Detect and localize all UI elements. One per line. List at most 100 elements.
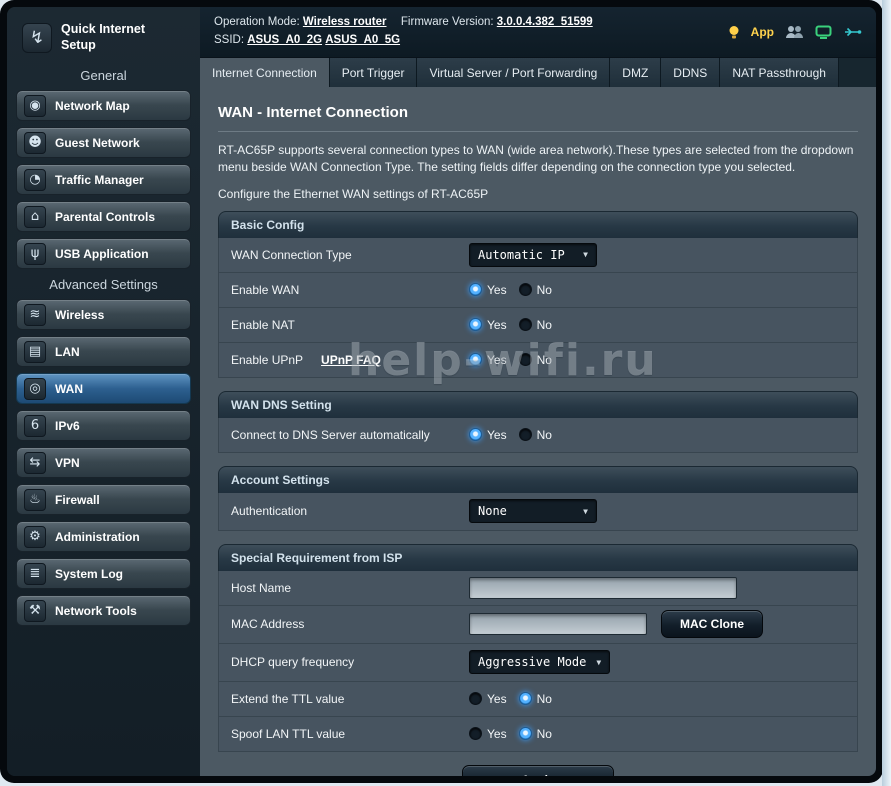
- sidebar-item-label: IPv6: [55, 419, 80, 433]
- upnp-faq-link[interactable]: UPnP FAQ: [321, 353, 381, 367]
- sidebar-item-wan[interactable]: ◎ WAN: [16, 373, 191, 404]
- row-enable-upnp: Enable UPnP UPnP FAQ Yes No: [218, 343, 858, 378]
- firmware-version-label: Firmware Version:: [401, 16, 494, 28]
- apply-button[interactable]: Apply: [462, 765, 614, 776]
- operation-mode-label: Operation Mode:: [214, 16, 300, 28]
- sidebar-item-label: LAN: [55, 345, 80, 359]
- sidebar-item-firewall[interactable]: ♨ Firewall: [16, 484, 191, 515]
- bulb-icon[interactable]: [728, 25, 740, 40]
- row-enable-nat: Enable NAT Yes No: [218, 308, 858, 343]
- ssid-label: SSID:: [214, 34, 244, 46]
- sidebar-item-label: System Log: [55, 567, 123, 581]
- wan-icon: ◎: [24, 378, 46, 400]
- lan-icon: ▤: [24, 341, 46, 363]
- row-wan-connection-type: WAN Connection Type Automatic IP ▼: [218, 238, 858, 273]
- extend-ttl-yes-label: Yes: [487, 692, 507, 706]
- sidebar-item-system-log[interactable]: ≣ System Log: [16, 558, 191, 589]
- mac-clone-button[interactable]: MAC Clone: [661, 610, 763, 638]
- sidebar-item-vpn[interactable]: ⇆ VPN: [16, 447, 191, 478]
- spoof-ttl-yes-radio[interactable]: [469, 727, 482, 740]
- enable-nat-yes-radio[interactable]: [469, 318, 482, 331]
- enable-upnp-yes-radio[interactable]: [469, 353, 482, 366]
- extend-ttl-no-radio[interactable]: [519, 692, 532, 705]
- quick-internet-setup-label: Quick Internet Setup: [61, 22, 171, 53]
- sidebar-item-guest-network[interactable]: ☻ Guest Network: [16, 127, 191, 158]
- sidebar-item-network-map[interactable]: ◉ Network Map: [16, 90, 191, 121]
- enable-upnp-yes-label: Yes: [487, 353, 507, 367]
- sidebar-item-label: USB Application: [55, 247, 149, 261]
- quick-internet-setup-icon: ↯: [22, 23, 52, 53]
- row-host-name: Host Name: [218, 571, 858, 606]
- dns-auto-yes-label: Yes: [487, 428, 507, 442]
- app-shell: ↯ Quick Internet Setup General ◉ Network…: [7, 7, 876, 776]
- sidebar-item-administration[interactable]: ⚙ Administration: [16, 521, 191, 552]
- sidebar-item-label: WAN: [55, 382, 83, 396]
- extend-ttl-label: Extend the TTL value: [231, 692, 469, 706]
- wan-status-icon[interactable]: [815, 25, 832, 40]
- chevron-down-icon: ▼: [596, 658, 601, 667]
- sidebar-item-parental-controls[interactable]: ⌂ Parental Controls: [16, 201, 191, 232]
- tab-dmz[interactable]: DMZ: [610, 58, 661, 87]
- ssid-2g-link[interactable]: ASUS_A0_2G: [247, 34, 322, 46]
- enable-wan-no-radio[interactable]: [519, 283, 532, 296]
- tab-virtual-server-port-forwarding[interactable]: Virtual Server / Port Forwarding: [417, 58, 610, 87]
- enable-wan-label: Enable WAN: [231, 283, 469, 297]
- clients-users-icon[interactable]: [785, 25, 804, 39]
- parental-controls-icon: ⌂: [24, 206, 46, 228]
- mac-address-input[interactable]: [469, 613, 647, 635]
- sidebar-header-advanced-settings: Advanced Settings: [16, 277, 191, 292]
- sidebar: ↯ Quick Internet Setup General ◉ Network…: [7, 7, 200, 776]
- enable-wan-yes-radio[interactable]: [469, 283, 482, 296]
- dhcp-query-select[interactable]: Aggressive Mode ▼: [469, 650, 610, 674]
- wan-connection-type-select[interactable]: Automatic IP ▼: [469, 243, 597, 267]
- sidebar-item-label: Firewall: [55, 493, 100, 507]
- host-name-input[interactable]: [469, 577, 737, 599]
- row-dns-auto: Connect to DNS Server automatically Yes …: [218, 418, 858, 453]
- dns-auto-label: Connect to DNS Server automatically: [231, 428, 469, 442]
- sidebar-item-network-tools[interactable]: ⚒ Network Tools: [16, 595, 191, 626]
- spoof-ttl-yes-label: Yes: [487, 727, 507, 741]
- sidebar-header-general: General: [16, 68, 191, 83]
- sidebar-item-traffic-manager[interactable]: ◔ Traffic Manager: [16, 164, 191, 195]
- enable-upnp-no-radio[interactable]: [519, 353, 532, 366]
- sidebar-item-quick-internet-setup[interactable]: ↯ Quick Internet Setup: [16, 17, 191, 58]
- tab-port-trigger[interactable]: Port Trigger: [330, 58, 418, 87]
- row-extend-ttl: Extend the TTL value Yes No: [218, 682, 858, 717]
- sidebar-item-usb-application[interactable]: ψ USB Application: [16, 238, 191, 269]
- spoof-ttl-no-radio[interactable]: [519, 727, 532, 740]
- sidebar-item-wireless[interactable]: ≋ Wireless: [16, 299, 191, 330]
- dhcp-query-label: DHCP query frequency: [231, 655, 469, 669]
- authentication-select[interactable]: None ▼: [469, 499, 597, 523]
- enable-nat-label: Enable NAT: [231, 318, 469, 332]
- sidebar-item-ipv6[interactable]: 6 IPv6: [16, 410, 191, 441]
- host-name-label: Host Name: [231, 581, 469, 595]
- firmware-version-link[interactable]: 3.0.0.4.382_51599: [497, 16, 593, 28]
- section-special-title: Special Requirement from ISP: [218, 544, 858, 571]
- usb-status-icon[interactable]: [843, 25, 862, 39]
- ssid-5g-link[interactable]: ASUS_A0_5G: [325, 34, 400, 46]
- spoof-ttl-no-label: No: [537, 727, 552, 741]
- sidebar-item-lan[interactable]: ▤ LAN: [16, 336, 191, 367]
- tab-internet-connection[interactable]: Internet Connection: [200, 58, 330, 87]
- dhcp-query-value: Aggressive Mode: [478, 655, 586, 669]
- extend-ttl-yes-radio[interactable]: [469, 692, 482, 705]
- enable-upnp-label: Enable UPnP: [231, 353, 303, 367]
- tab-nat-passthrough[interactable]: NAT Passthrough: [720, 58, 839, 87]
- operation-mode-link[interactable]: Wireless router: [303, 16, 387, 28]
- usb-application-icon: ψ: [24, 243, 46, 265]
- dns-auto-no-radio[interactable]: [519, 428, 532, 441]
- enable-nat-no-radio[interactable]: [519, 318, 532, 331]
- wan-connection-type-value: Automatic IP: [478, 248, 565, 262]
- wireless-icon: ≋: [24, 304, 46, 326]
- app-status-label[interactable]: App: [751, 25, 774, 39]
- chevron-down-icon: ▼: [583, 507, 588, 516]
- section-account-settings: Account Settings Authentication None ▼: [218, 466, 858, 531]
- authentication-label: Authentication: [231, 504, 469, 518]
- spoof-ttl-label: Spoof LAN TTL value: [231, 727, 469, 741]
- dns-auto-yes-radio[interactable]: [469, 428, 482, 441]
- section-basic-config-title: Basic Config: [218, 211, 858, 238]
- tab-ddns[interactable]: DDNS: [661, 58, 720, 87]
- section-account-title: Account Settings: [218, 466, 858, 493]
- wan-connection-type-label: WAN Connection Type: [231, 248, 469, 262]
- mac-address-label: MAC Address: [231, 617, 469, 631]
